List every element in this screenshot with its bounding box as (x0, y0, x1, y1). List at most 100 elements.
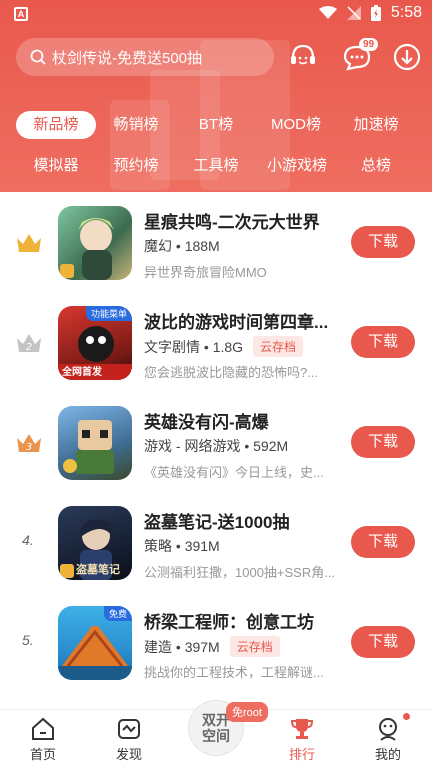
nav-home-label: 首页 (29, 747, 56, 762)
icon-caption: 盗墓笔记 (76, 564, 120, 576)
app-category: 建造 (144, 638, 172, 655)
app-category: 魔幻 (144, 238, 172, 254)
nav-ranking-label: 排行 (288, 747, 315, 762)
no-root-badge: 免root (226, 702, 268, 722)
clock: 5:58 (390, 4, 422, 21)
app-meta: 建造 • 397M 云存档 (144, 636, 280, 657)
status-bar: A 5:58 (0, 0, 432, 30)
list-item[interactable]: 4. 盗墓笔记 盗墓笔记-送1000抽 策略 • 391M 公测福利狂撒，100… (0, 492, 432, 592)
download-button[interactable]: 下载 (351, 226, 415, 258)
tab-mod[interactable]: MOD榜 (264, 111, 328, 139)
cloud-save-badge: 云存档 (253, 336, 304, 357)
feature-menu-tag: 功能菜单 (85, 306, 132, 321)
tab-mini-games[interactable]: 小游戏榜 (262, 152, 332, 180)
app-size: 592M (253, 438, 289, 454)
dual-space-line2: 空间 (202, 728, 230, 744)
app-notification-icon: A (14, 7, 28, 21)
app-size: 1.8G (212, 338, 244, 355)
list-item[interactable]: 3 英雄没有闪-高爆 游戏 - 网络游戏 • 592M 《英雄没有闪》今日上线，… (0, 392, 432, 492)
bronze-crown-icon: 3 (17, 434, 41, 453)
meta-separator: • (172, 238, 185, 254)
app-name[interactable]: 盗墓笔记-送1000抽 (144, 508, 334, 533)
meta-separator: • (240, 438, 254, 454)
nav-home[interactable]: 首页 (13, 716, 73, 763)
battery-charging-icon (370, 5, 381, 21)
tabs-row-1: 新品榜 畅销榜 BT榜 MOD榜 加速榜 (0, 111, 432, 141)
tab-overall[interactable]: 总榜 (344, 152, 408, 180)
meta-separator: • (172, 538, 185, 554)
app-description: 您会逃脱波比隐藏的恐怖吗?... (144, 365, 319, 380)
app-name[interactable]: 波比的游戏时间第四章... (144, 308, 334, 333)
message-badge: 99 (359, 38, 379, 51)
app-meta: 游戏 - 网络游戏 • 592M (144, 436, 288, 456)
header: A 5:58 杖剑传说-免费送500抽 99 新品榜 畅销榜 BT榜 MOD榜 … (0, 0, 432, 192)
discover-icon (118, 719, 140, 739)
download-button[interactable]: 下载 (351, 526, 415, 558)
tab-accelerate[interactable]: 加速榜 (344, 111, 408, 139)
signal-off-icon (346, 6, 361, 20)
app-description: 《英雄没有闪》今日上线，史... (144, 465, 324, 480)
download-button[interactable]: 下载 (351, 326, 415, 358)
app-size: 391M (184, 538, 220, 554)
rank-number: 4. (22, 532, 34, 548)
app-category: 游戏 - 网络游戏 (144, 438, 241, 454)
app-category: 策略 (144, 538, 172, 554)
customer-service-icon[interactable] (286, 40, 320, 74)
app-meta: 策略 • 391M (144, 536, 220, 556)
rank-number: 5. (22, 632, 34, 648)
notification-dot (403, 713, 410, 720)
app-name[interactable]: 桥梁工程师：创意工坊 (144, 608, 334, 633)
app-icon[interactable]: 功能菜单 全网首发 (58, 306, 132, 380)
download-button[interactable]: 下载 (351, 626, 415, 658)
app-icon[interactable] (58, 406, 132, 480)
app-name[interactable]: 星痕共鸣-二次元大世界 (144, 208, 334, 233)
tab-bestselling[interactable]: 畅销榜 (104, 111, 168, 139)
first-release-tag: 全网首发 (62, 367, 102, 378)
app-meta: 魔幻 • 188M (144, 236, 220, 256)
tabs-row-2: 模拟器 预约榜 工具榜 小游戏榜 总榜 (0, 152, 432, 180)
list-item[interactable]: 2 功能菜单 全网首发 波比的游戏时间第四章... 文字剧情 • 1.8G 云存… (0, 292, 432, 392)
search-icon (30, 49, 46, 65)
list-item[interactable]: 星痕共鸣-二次元大世界 魔幻 • 188M 异世界奇旅冒险MMO 下载 (0, 192, 432, 292)
app-name[interactable]: 英雄没有闪-高爆 (144, 408, 334, 433)
wifi-icon (318, 6, 337, 19)
app-icon[interactable] (58, 206, 132, 280)
free-tag: 免费 (103, 606, 132, 621)
nav-discover-label: 发现 (115, 747, 142, 762)
app-size: 188M (184, 238, 220, 254)
svg-text:2: 2 (26, 342, 32, 353)
home-icon (32, 717, 54, 740)
search-bar[interactable]: 杖剑传说-免费送500抽 (16, 38, 274, 76)
app-size: 397M (184, 638, 220, 655)
nav-mine[interactable]: 我的 (358, 716, 418, 763)
silver-crown-icon: 2 (17, 334, 41, 353)
app-description: 公测福利狂撒，1000抽+SSR角... (144, 565, 336, 580)
app-icon[interactable]: 盗墓笔记 (58, 506, 132, 580)
nav-ranking[interactable]: 排行 (272, 716, 332, 763)
gold-crown-icon (17, 234, 41, 252)
cloud-save-badge: 云存档 (229, 636, 280, 657)
app-artwork (60, 218, 114, 280)
app-artwork (63, 420, 114, 474)
profile-icon (379, 718, 397, 741)
tab-new[interactable]: 新品榜 (16, 111, 96, 139)
app-icon[interactable]: 免费 (58, 606, 132, 680)
app-description: 挑战你的工程技术，工程解谜... (144, 665, 324, 680)
nav-mine-label: 我的 (374, 747, 401, 762)
app-meta: 文字剧情 • 1.8G 云存档 (144, 336, 304, 357)
download-manager-icon[interactable] (390, 40, 424, 74)
nav-discover[interactable]: 发现 (99, 716, 159, 763)
trophy-icon (290, 719, 314, 739)
app-description: 异世界奇旅冒险MMO (144, 265, 267, 280)
tab-tools[interactable]: 工具榜 (184, 152, 248, 180)
search-placeholder: 杖剑传说-免费送500抽 (52, 49, 203, 67)
tab-emulator[interactable]: 模拟器 (24, 152, 88, 180)
app-category: 文字剧情 (144, 338, 200, 355)
download-button[interactable]: 下载 (351, 426, 415, 458)
tab-bt[interactable]: BT榜 (186, 111, 246, 139)
svg-text:3: 3 (26, 442, 32, 453)
meta-separator: • (200, 338, 213, 355)
list-item[interactable]: 5. 免费 桥梁工程师：创意工坊 建造 • 397M 云存档 挑战你的工程技术，… (0, 592, 432, 692)
tab-reservation[interactable]: 预约榜 (104, 152, 168, 180)
meta-separator: • (172, 638, 185, 655)
